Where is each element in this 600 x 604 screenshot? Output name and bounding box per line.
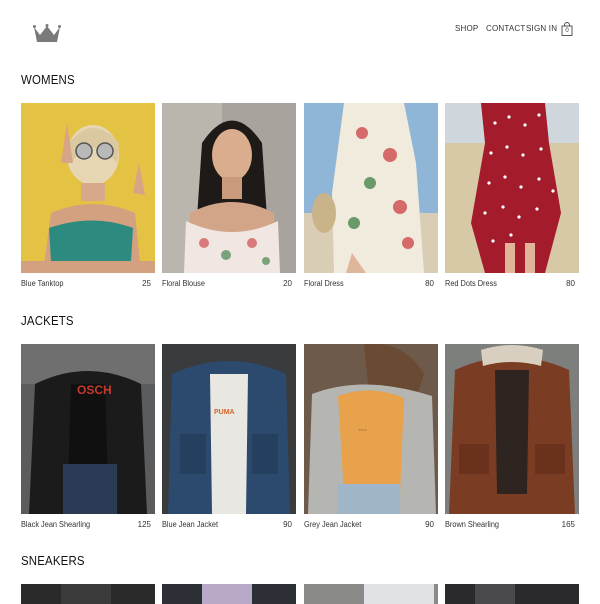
product-name[interactable]: Black Jean Shearling (21, 518, 90, 532)
bag-count: 0 (565, 28, 569, 34)
nav-contact-link[interactable]: CONTACT (486, 22, 525, 36)
product-caption: Red Dots Dress 80 (445, 277, 579, 291)
shopping-bag-button[interactable]: 0 (561, 22, 573, 36)
product-photo[interactable] (162, 103, 296, 273)
section-title-sneakers: SNEAKERS (21, 553, 85, 568)
product-photo[interactable] (445, 103, 579, 273)
product-photo[interactable] (21, 103, 155, 273)
product-caption: Grey Jean Jacket 90 (304, 518, 438, 532)
product-photo[interactable]: ~~~ (304, 344, 438, 514)
section-title-womens: WOMENS (21, 72, 75, 87)
product-photo[interactable]: PUMA (162, 344, 296, 514)
product-card[interactable] (21, 584, 155, 604)
product-caption: Black Jean Shearling 125 (21, 518, 155, 532)
product-caption: Blue Jean Jacket 90 (162, 518, 296, 532)
product-card[interactable]: OSCH Black Jean Shearling 125 (21, 344, 155, 532)
product-name[interactable]: Blue Tanktop (21, 277, 63, 291)
product-card[interactable]: PUMA Blue Jean Jacket 90 (162, 344, 296, 532)
product-photo[interactable] (304, 584, 438, 604)
product-name[interactable]: Blue Jean Jacket (162, 518, 218, 532)
product-card[interactable]: Red Dots Dress 80 (445, 103, 579, 291)
product-price: 125 (137, 520, 151, 529)
svg-text:OSCH: OSCH (77, 383, 112, 397)
product-card[interactable]: Blue Tanktop 25 (21, 103, 155, 291)
product-card[interactable]: Floral Dress 80 (304, 103, 438, 291)
product-card[interactable]: Brown Shearling 165 (445, 344, 579, 532)
section-title-jackets: JACKETS (21, 313, 74, 328)
product-price: 80 (425, 279, 434, 288)
svg-text:~~~: ~~~ (358, 428, 367, 434)
svg-text:PUMA: PUMA (214, 409, 235, 416)
crown-icon[interactable] (33, 24, 61, 44)
product-photo[interactable] (445, 584, 579, 604)
nav-sign-in-link[interactable]: SIGN IN (526, 22, 557, 36)
product-price: 165 (561, 520, 575, 529)
product-price: 80 (566, 279, 575, 288)
product-card[interactable] (445, 584, 579, 604)
product-photo[interactable]: OSCH (21, 344, 155, 514)
product-name[interactable]: Floral Dress (304, 277, 344, 291)
nav-shop-link[interactable]: SHOP (455, 22, 478, 36)
product-photo[interactable] (21, 584, 155, 604)
product-photo[interactable] (445, 344, 579, 514)
product-card[interactable]: ~~~ Grey Jean Jacket 90 (304, 344, 438, 532)
product-photo[interactable] (162, 584, 296, 604)
product-caption: Floral Blouse 20 (162, 277, 296, 291)
site-header: SHOP CONTACT SIGN IN 0 (0, 0, 600, 60)
product-price: 90 (425, 520, 434, 529)
product-caption: Floral Dress 80 (304, 277, 438, 291)
product-name[interactable]: Brown Shearling (445, 518, 499, 532)
product-card[interactable] (162, 584, 296, 604)
product-name[interactable]: Floral Blouse (162, 277, 205, 291)
product-price: 25 (142, 279, 151, 288)
product-caption: Blue Tanktop 25 (21, 277, 155, 291)
product-card[interactable]: Floral Blouse 20 (162, 103, 296, 291)
product-name[interactable]: Grey Jean Jacket (304, 518, 361, 532)
product-photo[interactable] (304, 103, 438, 273)
product-caption: Brown Shearling 165 (445, 518, 579, 532)
product-price: 90 (283, 520, 292, 529)
product-price: 20 (283, 279, 292, 288)
product-card[interactable] (304, 584, 438, 604)
product-name[interactable]: Red Dots Dress (445, 277, 497, 291)
